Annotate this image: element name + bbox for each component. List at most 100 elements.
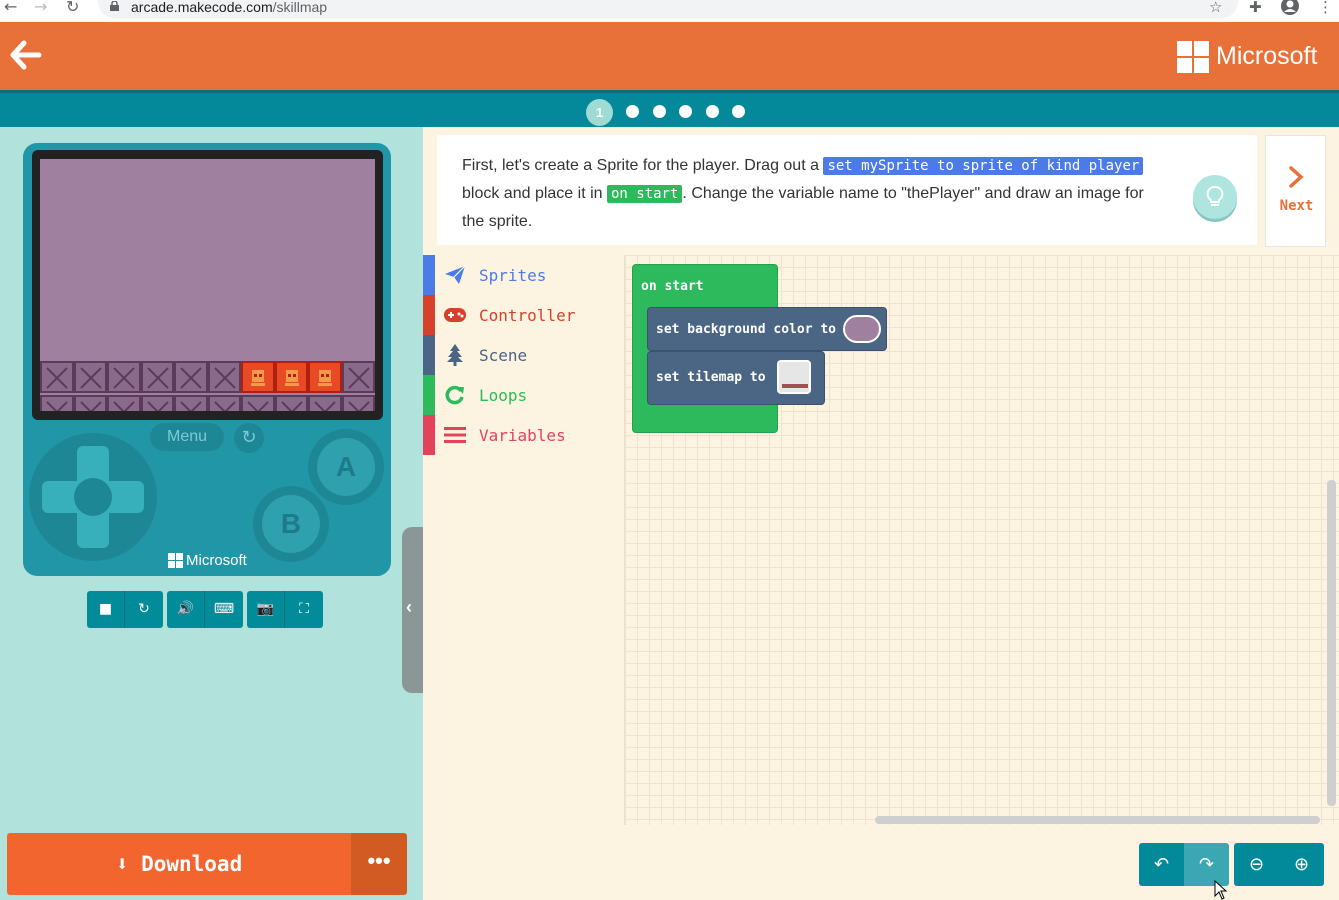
screenshot-icon[interactable]: 📷 [247, 591, 285, 628]
tile-row [40, 361, 375, 393]
sim-group-run: ■ ↻ [87, 591, 163, 628]
toolbox-category-scene[interactable]: Scene [423, 335, 623, 375]
console-brand: Microsoft [186, 552, 247, 569]
b-button-label: B [262, 495, 320, 553]
zoom-out-icon[interactable]: ⊖ [1234, 843, 1279, 886]
dpad-center [74, 478, 112, 516]
toolbox-category-sprites[interactable]: Sprites [423, 255, 623, 295]
lock-icon [110, 1, 119, 11]
category-label: Controller [479, 305, 576, 325]
tile [40, 395, 74, 411]
step-dot-1[interactable]: 1 [586, 99, 613, 126]
tile [207, 361, 241, 393]
screen-bezel [32, 150, 383, 420]
set-tilemap-block[interactable]: set tilemap to [647, 351, 825, 405]
star-icon[interactable]: ☆ [1209, 0, 1222, 15]
tile-row [40, 395, 375, 411]
menu-button[interactable]: Menu [150, 423, 224, 451]
tile [140, 395, 174, 411]
step-dot-6[interactable] [732, 105, 745, 118]
app-header: Microsoft [0, 22, 1339, 90]
tile [73, 361, 107, 393]
next-label: Next [1279, 198, 1314, 214]
background-color-swatch[interactable] [843, 315, 881, 343]
microsoft-logo-icon [1177, 41, 1209, 73]
chevron-right-icon [1289, 166, 1304, 188]
extensions-icon[interactable]: ✚ [1249, 0, 1262, 15]
step-progress-bar: 1 [0, 90, 1339, 127]
category-label: Loops [479, 385, 528, 405]
next-button[interactable]: Next [1265, 135, 1326, 247]
tile [308, 395, 342, 411]
download-more-button[interactable]: ••• [351, 833, 407, 895]
game-screen[interactable] [40, 159, 375, 411]
category-color-bar [423, 255, 435, 295]
restart-icon[interactable]: ↻ [125, 591, 163, 628]
profile-icon[interactable] [1280, 0, 1300, 16]
block-chip-set-sprite: set mySprite to sprite of kind player [823, 157, 1144, 175]
game-console: Menu ↻ A B Microsoft [23, 143, 391, 576]
browser-back-icon[interactable]: ← [4, 0, 17, 15]
tile [207, 395, 241, 411]
fire-tile [274, 361, 308, 393]
fire-tile [308, 361, 342, 393]
download-label: Download [141, 852, 243, 876]
back-arrow-icon[interactable] [10, 39, 42, 71]
stop-icon[interactable]: ■ [87, 591, 125, 628]
tile [73, 395, 107, 411]
toolbox-category-variables[interactable]: Variables [423, 415, 623, 455]
instruction-text: First, let's create a Sprite for the pla… [462, 157, 1144, 230]
tile [40, 361, 74, 393]
download-button[interactable]: ⬇ Download [7, 833, 351, 895]
lightbulb-icon [1206, 186, 1224, 206]
browser-forward-icon[interactable]: → [34, 0, 47, 15]
horizontal-scrollbar[interactable] [875, 816, 1320, 824]
collapse-simulator-button[interactable]: ‹ [402, 527, 423, 693]
step-dot-5[interactable] [706, 105, 719, 118]
zoom-in-icon[interactable]: ⊕ [1279, 843, 1324, 886]
undo-icon[interactable]: ↶ [1139, 843, 1184, 886]
browser-reload-icon[interactable]: ↻ [66, 0, 79, 15]
category-color-bar [423, 375, 435, 415]
tile [241, 395, 275, 411]
download-icon: ⬇ [115, 852, 129, 876]
a-button[interactable]: A [308, 429, 384, 505]
simulator-toolbar: ■ ↻ 🔊 ⌨ 📷 ⛶ [87, 591, 327, 628]
tile [174, 395, 208, 411]
tile [107, 395, 141, 411]
step-dot-3[interactable] [653, 105, 666, 118]
browser-menu-icon[interactable]: ⋮ [1318, 0, 1333, 15]
set-tilemap-label: set tilemap to [656, 370, 766, 385]
step-dot-4[interactable] [679, 105, 692, 118]
block-toolbox: Sprites Controller Scene Loops Variables [423, 255, 623, 455]
tile [174, 361, 208, 393]
fullscreen-icon[interactable]: ⛶ [285, 591, 323, 628]
step-dot-2[interactable] [626, 105, 639, 118]
category-color-bar [423, 335, 435, 375]
tilemap-thumbnail[interactable] [777, 360, 811, 394]
volume-icon[interactable]: 🔊 [167, 591, 205, 628]
paper-plane-icon [444, 264, 466, 286]
sim-group-options: 🔊 ⌨ [167, 591, 243, 628]
tutorial-instructions: First, let's create a Sprite for the pla… [437, 135, 1257, 245]
console-reset-icon[interactable]: ↻ [234, 423, 264, 453]
chevron-left-icon: ‹ [406, 597, 412, 617]
workspace-controls: ↶ ↷ ⊖ ⊕ [1139, 843, 1329, 886]
on-start-label: on start [641, 279, 704, 294]
dpad[interactable] [29, 433, 157, 561]
vertical-scrollbar[interactable] [1327, 480, 1336, 806]
zoom-group: ⊖ ⊕ [1234, 843, 1324, 886]
hint-button[interactable] [1193, 175, 1237, 219]
toolbox-category-controller[interactable]: Controller [423, 295, 623, 335]
a-button-label: A [317, 438, 375, 496]
toolbox-category-loops[interactable]: Loops [423, 375, 623, 415]
list-icon [444, 424, 466, 446]
tile [341, 395, 375, 411]
tile [341, 361, 375, 393]
keyboard-icon[interactable]: ⌨ [205, 591, 243, 628]
set-background-block[interactable]: set background color to [647, 307, 887, 351]
browser-toolbar: ← → ↻ arcade.makecode.com/skillmap ☆ ✚ ⋮ [0, 0, 1339, 22]
simulator-panel: Menu ↻ A B Microsoft ■ ↻ 🔊 ⌨ 📷 ⛶ ⬇ Downl… [0, 127, 423, 900]
b-button[interactable]: B [253, 486, 329, 562]
console-microsoft-logo: Microsoft [168, 552, 247, 569]
